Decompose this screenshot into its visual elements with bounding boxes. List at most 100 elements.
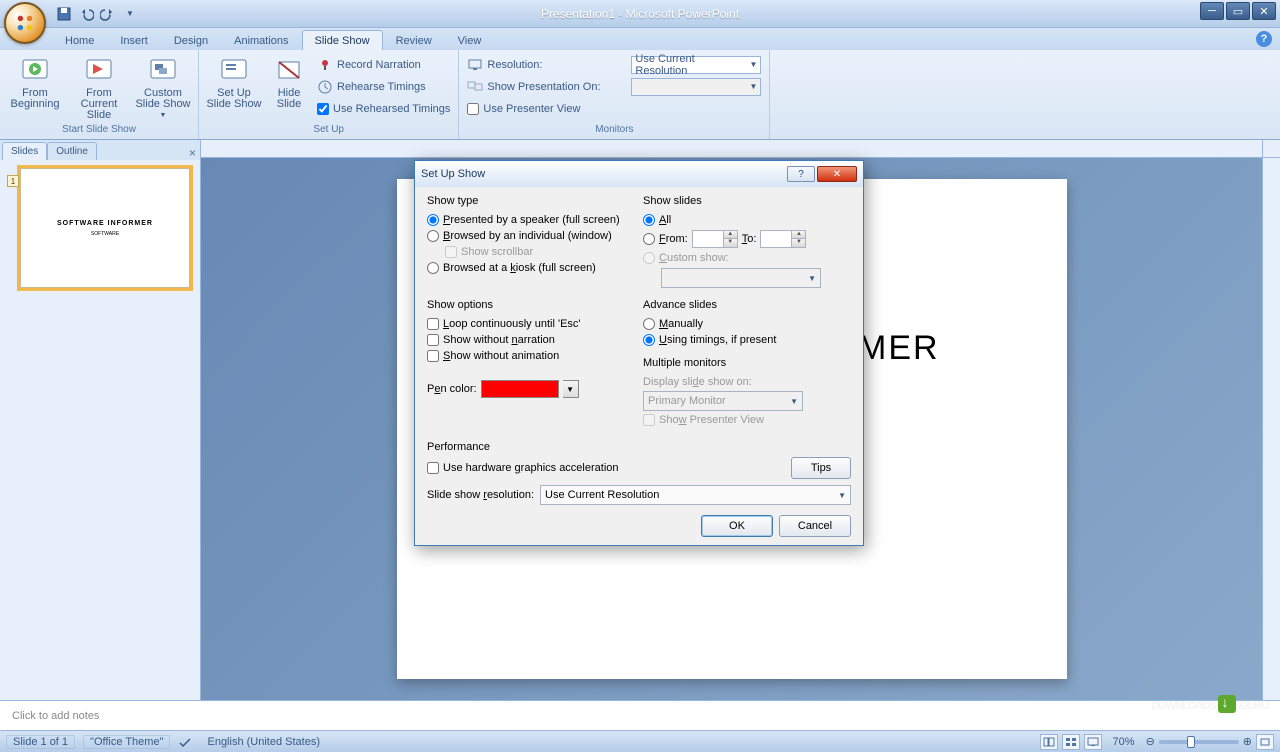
spellcheck-icon[interactable] [178,735,192,749]
group-label-setup: Set Up [203,123,454,137]
cancel-button[interactable]: Cancel [779,515,851,537]
performance-group: Performance Use hardware graphics accele… [427,441,851,505]
sidebar-tab-outline[interactable]: Outline [47,142,97,160]
slide-show-resolution-dropdown[interactable]: Use Current Resolution▼ [540,485,851,505]
dialog-title-bar[interactable]: Set Up Show ? ✕ [415,161,863,187]
presenter-view-check[interactable] [467,103,479,115]
window-title: Presentation1 - Microsoft PowerPoint [541,7,739,21]
ruler-vertical [1262,158,1280,700]
radio-browsed-kiosk[interactable]: Browsed at a kiosk (full screen) [427,261,629,275]
status-zoom[interactable]: 70% [1106,735,1142,749]
microphone-icon [317,57,333,73]
radio-presented-speaker[interactable]: Presented by a speaker (full screen) [427,213,629,227]
checkbox-show-scrollbar: Show scrollbar [445,245,629,259]
from-spinner[interactable]: ▲▼ [692,230,738,248]
normal-view-button[interactable] [1040,734,1058,750]
pen-color-dropdown[interactable]: ▼ [563,380,579,398]
from-current-button[interactable]: From Current Slide [68,52,130,123]
radio-browsed-individual[interactable]: Browsed by an individual (window) [427,229,629,243]
zoom-in-button[interactable]: ⊕ [1243,735,1252,748]
radio-all-slides[interactable]: All [643,213,845,227]
dual-monitor-icon [467,79,483,95]
radio-manually[interactable]: Manually [643,317,845,331]
checkbox-loop[interactable]: Loop continuously until 'Esc' [427,317,629,331]
ok-button[interactable]: OK [701,515,773,537]
use-rehearsed-checkbox[interactable]: Use Rehearsed Timings [315,98,452,119]
tab-view[interactable]: View [445,30,495,50]
play-from-start-icon [19,54,51,86]
tips-button[interactable]: Tips [791,457,851,479]
watermark: DOWNLOADS.GURU [1151,692,1268,715]
ribbon: From Beginning From Current Slide Custom… [0,50,1280,140]
redo-icon[interactable] [100,6,116,22]
maximize-button[interactable]: ▭ [1226,2,1250,20]
radio-from-to[interactable]: From: ▲▼ To: ▲▼ [643,229,845,249]
advance-monitors-group: Advance slides Manually Using timings, i… [643,299,845,427]
qat-customize-icon[interactable]: ▼ [122,6,138,22]
close-button[interactable]: ✕ [1252,2,1276,20]
notes-pane[interactable]: Click to add notes [0,700,1280,730]
pen-color-row: Pen color: ▼ [427,379,629,399]
dialog-close-button[interactable]: ✕ [817,166,857,182]
slide-thumbnail-1[interactable]: 1 SOFTWARE INFORMER SOFTWARE [20,168,190,288]
custom-slide-show-button[interactable]: Custom Slide Show ▼ [132,52,194,123]
minimize-button[interactable]: ─ [1200,2,1224,20]
setup-slide-show-button[interactable]: Set Up Slide Show [203,52,265,112]
resolution-label: Slide show resolution: [427,489,534,501]
hide-slide-icon [273,54,305,86]
from-beginning-button[interactable]: From Beginning [4,52,66,112]
hide-slide-button[interactable]: Hide Slide [267,52,311,112]
setup-show-icon [218,54,250,86]
checkbox-no-animation[interactable]: Show without animation [427,349,629,363]
group-label-monitors: Monitors [463,123,765,137]
ribbon-group-setup: Set Up Slide Show Hide Slide Record Narr… [199,50,459,139]
status-language[interactable]: English (United States) [200,735,327,749]
tab-insert[interactable]: Insert [107,30,161,50]
thumb-title: SOFTWARE INFORMER [57,220,153,227]
ribbon-group-start: From Beginning From Current Slide Custom… [0,50,199,139]
zoom-out-button[interactable]: ⊖ [1146,735,1155,748]
use-rehearsed-check[interactable] [317,103,329,115]
help-icon[interactable]: ? [1256,31,1272,47]
status-slide-info: Slide 1 of 1 [6,735,75,749]
checkbox-show-presenter: Show Presenter View [643,413,845,427]
record-narration-button[interactable]: Record Narration [315,54,452,75]
group-label-start: Start Slide Show [4,123,194,137]
monitor-icon [467,57,483,73]
checkbox-hardware-accel[interactable]: Use hardware graphics acceleration [427,461,781,475]
tab-slide-show[interactable]: Slide Show [302,30,383,50]
tab-animations[interactable]: Animations [221,30,301,50]
window-controls: ─ ▭ ✕ [1200,2,1276,20]
checkbox-no-narration[interactable]: Show without narration [427,333,629,347]
show-options-group: Show options Loop continuously until 'Es… [427,299,629,427]
save-icon[interactable] [56,6,72,22]
slideshow-view-button[interactable] [1084,734,1102,750]
tab-design[interactable]: Design [161,30,221,50]
dialog-title: Set Up Show [421,168,485,180]
use-presenter-view-row[interactable]: Use Presenter View [465,98,763,119]
download-arrow-icon [1218,695,1236,713]
to-spinner[interactable]: ▲▼ [760,230,806,248]
dialog-help-button[interactable]: ? [787,166,815,182]
pen-color-swatch[interactable] [481,380,559,398]
office-button[interactable] [4,2,46,44]
office-logo-icon [14,12,36,34]
sorter-view-button[interactable] [1062,734,1080,750]
tab-review[interactable]: Review [383,30,445,50]
resolution-dropdown[interactable]: Use Current Resolution▼ [631,56,761,74]
undo-icon[interactable] [78,6,94,22]
custom-show-dropdown: ▼ [661,268,821,288]
zoom-slider[interactable] [1159,740,1239,744]
notes-placeholder: Click to add notes [12,710,99,722]
sidebar: Slides Outline × 1 SOFTWARE INFORMER SOF… [0,140,201,700]
radio-using-timings[interactable]: Using timings, if present [643,333,845,347]
tab-home[interactable]: Home [52,30,107,50]
sidebar-tab-slides[interactable]: Slides [2,142,47,160]
presentation-on-dropdown: ▼ [631,78,761,96]
fit-to-window-button[interactable] [1256,734,1274,750]
sidebar-close-icon[interactable]: × [189,146,196,160]
ribbon-tabs: Home Insert Design Animations Slide Show… [0,28,1280,50]
quick-access-toolbar: ▼ [56,6,138,22]
rehearse-timings-button[interactable]: Rehearse Timings [315,76,452,97]
setup-show-dialog: Set Up Show ? ✕ Show type Presented by a… [414,160,864,546]
